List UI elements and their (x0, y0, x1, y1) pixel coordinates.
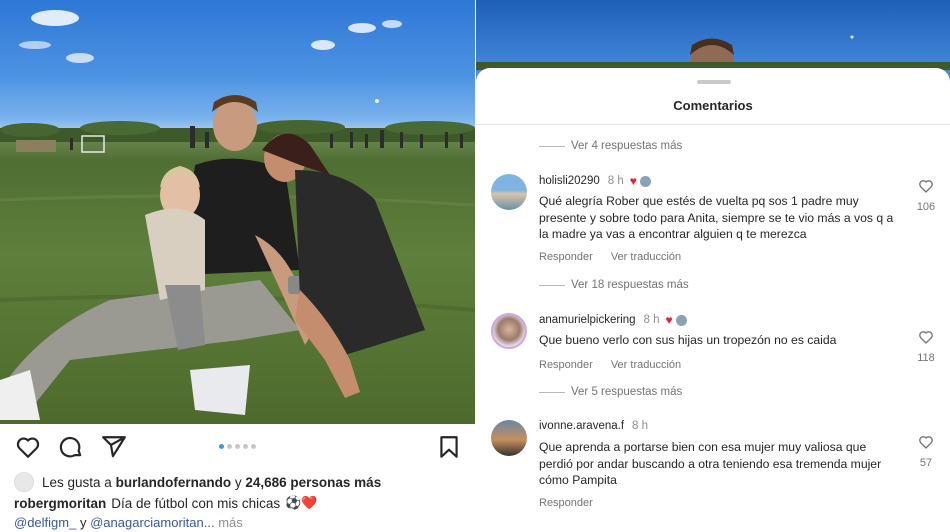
comment-like: 106 (911, 178, 941, 213)
post-tags: @delfigm_ y @anagarciamoritan... más (14, 515, 243, 530)
comment-username[interactable]: holisli20290 (539, 175, 600, 187)
comment-text: Qué alegría Rober que estés de vuelta pq… (539, 194, 894, 241)
reply-button[interactable]: Responder (539, 359, 593, 371)
commenter-avatar[interactable] (491, 420, 527, 456)
caption-more-link[interactable]: más (218, 515, 243, 530)
comment-text: Que bueno verlo con sus hijas un tropezó… (539, 333, 837, 347)
comment-heart-icon[interactable] (918, 178, 934, 194)
view-more-replies[interactable]: Ver 18 respuestas más (539, 279, 689, 291)
view-more-replies[interactable]: Ver 5 respuestas más (539, 386, 682, 398)
sheet-title: Comentarios (673, 98, 753, 113)
comment-time: 8 h (643, 314, 660, 326)
comment-header: ivonne.aravena.f 8 h (539, 420, 648, 432)
reply-button[interactable]: Responder (539, 251, 593, 263)
author-avatar-badge (675, 314, 687, 326)
comment-actions: Responder (539, 497, 593, 509)
caption-username[interactable]: robergmoritan (14, 496, 106, 511)
carousel-dot (235, 444, 240, 449)
family-photo-illustration (0, 10, 475, 420)
carousel-dot (227, 444, 232, 449)
liker-avatar (14, 472, 34, 492)
comment-time: 8 h (607, 175, 624, 187)
author-liked-heart-icon: ♥ (665, 313, 673, 327)
share-icon[interactable] (101, 434, 127, 460)
title-divider (476, 124, 950, 125)
carousel-indicator (219, 444, 256, 449)
view-more-replies-label: Ver 18 respuestas más (571, 279, 689, 291)
likes-prefix: Les gusta a (42, 474, 112, 490)
carousel-dot (251, 444, 256, 449)
liker-username[interactable]: burlandofernando (116, 475, 232, 490)
comment-username[interactable]: ivonne.aravena.f (539, 420, 624, 432)
tag-anagarciamoritan[interactable]: @anagarciamoritan... (90, 515, 214, 530)
commenter-avatar[interactable] (491, 174, 527, 210)
comment-like-count: 106 (916, 201, 936, 213)
comment-header: holisli20290 8 h ♥ (539, 174, 651, 188)
carousel-dot (243, 444, 248, 449)
view-more-replies[interactable]: Ver 4 respuestas más (539, 140, 682, 152)
tags-joiner: y (79, 515, 87, 530)
likes-summary[interactable]: Les gusta a burlandofernando y 24,686 pe… (14, 472, 381, 492)
reply-button[interactable]: Responder (539, 497, 593, 509)
bookmark-icon[interactable] (436, 434, 462, 460)
caption-text: Día de fútbol con mis chicas (111, 495, 281, 511)
likes-middle: y (234, 474, 242, 490)
comment-icon[interactable] (58, 434, 84, 460)
comment-item: ivonne.aravena.f 8 h Que aprenda a porta… (491, 420, 941, 510)
reply-thread-line (539, 391, 565, 393)
comment-item: holisli20290 8 h ♥ Qué alegría Rober que… (491, 174, 941, 264)
instagram-post: Les gusta a burlandofernando y 24,686 pe… (0, 0, 475, 532)
commenter-avatar[interactable] (491, 313, 527, 349)
comment-header: anamurielpickering 8 h ♥ (539, 313, 687, 327)
view-more-replies-label: Ver 4 respuestas más (571, 140, 683, 152)
comment-heart-icon[interactable] (918, 434, 934, 450)
comment-username[interactable]: anamurielpickering (539, 314, 636, 326)
comment-time: 8 h (632, 420, 649, 432)
view-more-replies-label: Ver 5 respuestas más (571, 386, 683, 398)
comment-actions: Responder Ver traducción (539, 251, 681, 263)
see-translation-button[interactable]: Ver traducción (611, 359, 681, 371)
reply-thread-line (539, 284, 565, 286)
comments-panel: Comentarios Ver 4 respuestas más holisli… (476, 0, 950, 532)
post-caption: robergmoritan Día de fútbol con mis chic… (14, 495, 317, 511)
comment-like-count: 57 (919, 457, 933, 469)
post-photo[interactable] (0, 0, 475, 424)
comment-like: 57 (911, 434, 941, 469)
sheet-drag-handle[interactable] (697, 80, 731, 84)
comment-item: anamurielpickering 8 h ♥ Que bueno verlo… (491, 313, 941, 373)
tag-delfigm[interactable]: @delfigm_ (14, 515, 76, 530)
heart-icon[interactable] (15, 434, 41, 460)
comment-like: 118 (911, 329, 941, 364)
comment-like-count: 118 (917, 352, 935, 364)
comment-text: Que aprenda a portarse bien con esa muje… (539, 440, 882, 487)
reply-thread-line (539, 145, 565, 147)
comment-actions: Responder Ver traducción (539, 359, 681, 371)
comments-sheet: Comentarios Ver 4 respuestas más holisli… (476, 68, 950, 532)
see-translation-button[interactable]: Ver traducción (611, 251, 681, 263)
author-liked-heart-icon: ♥ (629, 174, 637, 188)
comment-heart-icon[interactable] (918, 329, 934, 345)
author-avatar-badge (639, 175, 651, 187)
likes-count[interactable]: 24,686 personas más (245, 475, 381, 490)
post-action-bar (0, 424, 475, 468)
carousel-dot (219, 444, 224, 449)
caption-emojis: ⚽❤️ (285, 495, 318, 510)
